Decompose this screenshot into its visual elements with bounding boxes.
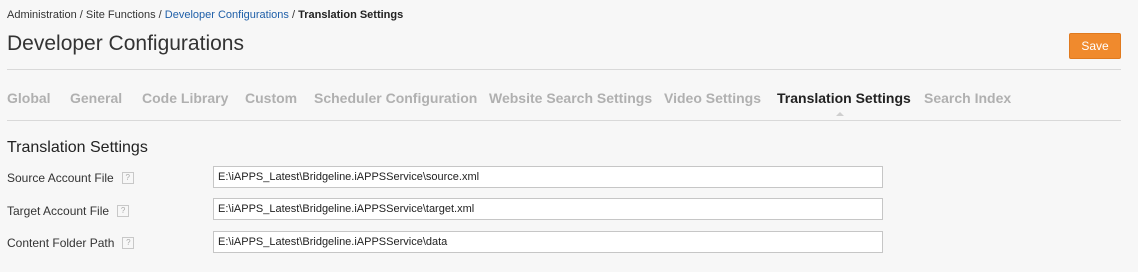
breadcrumb-item-developer-configurations[interactable]: Developer Configurations (165, 9, 289, 21)
field-label-text: Source Account File (7, 171, 114, 185)
field-label-text: Target Account File (7, 204, 110, 218)
help-icon[interactable]: ? (117, 204, 130, 217)
breadcrumb-item-site-functions[interactable]: Site Functions (86, 9, 156, 21)
tab-search-index[interactable]: Search Index (924, 90, 1011, 106)
breadcrumb-item-current: Translation Settings (298, 9, 404, 21)
tab-code-library[interactable]: Code Library (142, 90, 228, 106)
tab-general[interactable]: General (70, 90, 122, 106)
target-account-file-input[interactable] (213, 198, 883, 220)
source-account-file-input[interactable] (213, 166, 883, 188)
breadcrumb-separator: / (158, 9, 162, 21)
field-label-text: Content Folder Path (7, 236, 115, 250)
source-account-file-label: Source Account File? (7, 171, 134, 185)
tab-video-settings[interactable]: Video Settings (664, 90, 761, 106)
save-button[interactable]: Save (1069, 33, 1121, 59)
tab-custom[interactable]: Custom (245, 90, 297, 106)
section-title: Translation Settings (7, 139, 148, 156)
help-icon[interactable]: ? (122, 236, 135, 249)
breadcrumb-separator: / (291, 9, 296, 21)
tab-scheduler-configuration[interactable]: Scheduler Configuration (314, 90, 477, 106)
target-account-file-label: Target Account File? (7, 204, 130, 218)
tab-global[interactable]: Global (7, 90, 51, 106)
breadcrumb: Administration / Site Functions / Develo… (7, 9, 403, 21)
tab-translation-settings[interactable]: Translation Settings (777, 90, 911, 106)
tab-website-search-settings[interactable]: Website Search Settings (489, 90, 652, 106)
content-folder-path-label: Content Folder Path? (7, 236, 135, 250)
caret-up-icon (836, 112, 844, 116)
page-title: Developer Configurations (7, 32, 244, 55)
help-icon[interactable]: ? (121, 171, 134, 184)
breadcrumb-item-administration[interactable]: Administration (7, 9, 77, 21)
content-folder-path-input[interactable] (213, 231, 883, 253)
breadcrumb-separator: / (79, 9, 83, 21)
header-divider (7, 69, 1121, 70)
tabs-divider (7, 120, 1121, 121)
